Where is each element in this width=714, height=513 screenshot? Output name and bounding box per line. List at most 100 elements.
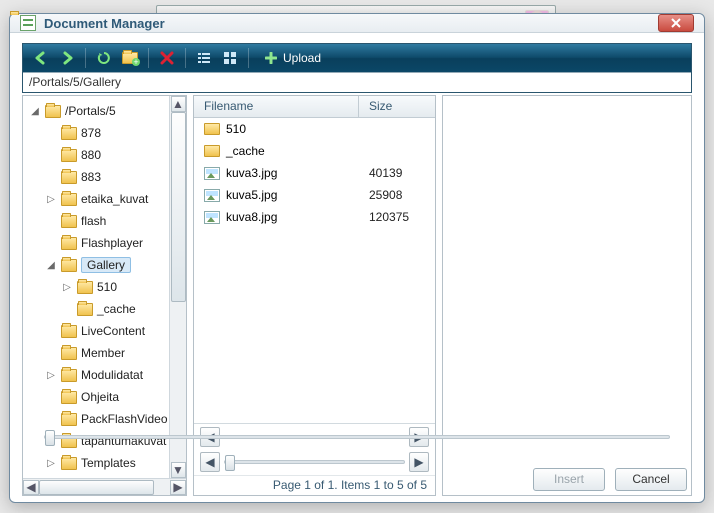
slider-next-button[interactable]: ▶ [409, 452, 429, 472]
expand-icon[interactable]: ◢ [29, 106, 41, 117]
tree-item[interactable]: PackFlashVideo [23, 408, 169, 430]
delete-icon [160, 51, 174, 65]
tree-item[interactable]: 878 [23, 122, 169, 144]
scroll-left-button[interactable]: ◀ [23, 480, 39, 495]
expand-icon[interactable]: ▷ [61, 282, 73, 293]
folder-tree[interactable]: ◢/Portals/5 878 880 883 ▷ etaika_kuvatflash Fl… [23, 96, 169, 478]
scroll-track[interactable] [39, 480, 170, 495]
grid-row[interactable]: _cache [194, 140, 435, 162]
folder-icon [61, 237, 77, 250]
grid-view-icon [223, 51, 237, 65]
upload-button[interactable]: Upload [257, 47, 329, 69]
folder-icon [61, 193, 77, 206]
slider-thumb[interactable] [45, 430, 55, 446]
path-bar[interactable]: /Portals/5/Gallery [23, 72, 691, 92]
tree-item[interactable]: ▷ etaika_kuvat [23, 188, 169, 210]
grid-row[interactable]: kuva3.jpg40139 [194, 162, 435, 184]
refresh-icon [97, 51, 111, 65]
delete-button[interactable] [155, 47, 179, 69]
folder-icon [61, 149, 77, 162]
tree-item-label: _cache [97, 302, 136, 316]
tree-item[interactable]: Member [23, 342, 169, 364]
forward-button[interactable] [55, 47, 79, 69]
tree-item-label: 878 [81, 126, 101, 140]
slider-prev-button[interactable]: ◀ [200, 452, 220, 472]
insert-button[interactable]: Insert [533, 468, 605, 491]
expand-icon[interactable]: ▷ [45, 194, 57, 205]
tree-item-label: 883 [81, 170, 101, 184]
tree-item-label: 880 [81, 148, 101, 162]
grid-row[interactable]: kuva5.jpg25908 [194, 184, 435, 206]
folder-icon [204, 123, 220, 135]
expand-icon[interactable]: ▷ [45, 458, 57, 469]
scroll-thumb[interactable] [171, 112, 186, 302]
folder-icon [61, 347, 77, 360]
tree-item-label: Flashplayer [81, 236, 143, 250]
tree-item[interactable]: Ohjeita [23, 386, 169, 408]
folder-icon [61, 369, 77, 382]
grid-view-button[interactable] [218, 47, 242, 69]
tree-item[interactable]: ▷ Templates [23, 452, 169, 474]
tree-item-label: etaika_kuvat [81, 192, 148, 206]
grid-body[interactable]: 510_cachekuva3.jpg40139kuva5.jpg25908kuv… [194, 118, 435, 423]
document-manager-window: Document Manager [9, 13, 705, 503]
tree-item[interactable]: ◢/Portals/5 [23, 100, 169, 122]
folder-icon [61, 259, 77, 272]
filename-cell: 510 [226, 122, 246, 136]
list-view-icon [197, 51, 211, 65]
plus-icon [265, 52, 277, 64]
folder-icon [61, 413, 77, 426]
tree-vertical-scrollbar[interactable]: ▲ ▼ [169, 96, 186, 478]
tree-horizontal-scrollbar[interactable]: ◀ ▶ [23, 478, 186, 495]
grid-row[interactable]: 510 [194, 118, 435, 140]
back-button[interactable] [29, 47, 53, 69]
new-folder-button[interactable]: + [118, 47, 142, 69]
tree-item[interactable]: flash [23, 210, 169, 232]
new-folder-icon: + [122, 52, 138, 64]
tree-item[interactable]: Flashplayer [23, 232, 169, 254]
close-icon [671, 18, 681, 28]
folder-icon [61, 127, 77, 140]
pager-text: Page 1 of 1. Items 1 to 5 of 5 [194, 475, 435, 495]
close-button[interactable] [658, 14, 694, 32]
expand-icon[interactable]: ▷ [45, 370, 57, 381]
slider-track[interactable] [44, 435, 670, 439]
tree-item-label: PackFlashVideo [81, 412, 168, 426]
folder-icon [61, 215, 77, 228]
scroll-up-button[interactable]: ▲ [171, 96, 186, 112]
tree-item-label: Ohjeita [81, 390, 119, 404]
tree-item[interactable]: _cache [23, 298, 169, 320]
scroll-thumb[interactable] [39, 480, 154, 495]
tree-item[interactable]: ◢Gallery [23, 254, 169, 276]
folder-icon [61, 171, 77, 184]
tree-item[interactable]: LiveContent [23, 320, 169, 342]
slider-thumb[interactable] [225, 455, 235, 471]
grid-header: Filename Size [194, 96, 435, 118]
app-icon [20, 15, 36, 31]
filename-cell: kuva8.jpg [226, 210, 277, 224]
tree-item[interactable]: 883 [23, 166, 169, 188]
scroll-down-button[interactable]: ▼ [171, 462, 186, 478]
column-header-filename[interactable]: Filename [194, 96, 359, 117]
folder-icon [204, 145, 220, 157]
toolbar-separator [85, 48, 86, 68]
scroll-right-button[interactable]: ▶ [170, 480, 186, 495]
expand-icon[interactable]: ◢ [45, 260, 57, 271]
scroll-track[interactable] [171, 112, 186, 462]
titlebar[interactable]: Document Manager [10, 14, 704, 33]
slider-track[interactable] [224, 460, 405, 464]
list-view-button[interactable] [192, 47, 216, 69]
tree-item[interactable]: ▷510 [23, 276, 169, 298]
image-file-icon [204, 167, 220, 180]
tree-item-label: Templates [81, 456, 136, 470]
grid-row[interactable]: kuva8.jpg120375 [194, 206, 435, 228]
path-text: /Portals/5/Gallery [29, 75, 121, 89]
file-list-pane: Filename Size 510_cachekuva3.jpg40139kuv… [193, 95, 436, 496]
refresh-button[interactable] [92, 47, 116, 69]
tree-item[interactable]: 880 [23, 144, 169, 166]
size-cell: 40139 [359, 166, 435, 180]
tree-item[interactable]: ▷Modulidatat [23, 364, 169, 386]
tree-item-label: flash [81, 214, 106, 228]
cancel-button[interactable]: Cancel [615, 468, 687, 491]
dialog-footer: Insert Cancel [443, 463, 691, 495]
